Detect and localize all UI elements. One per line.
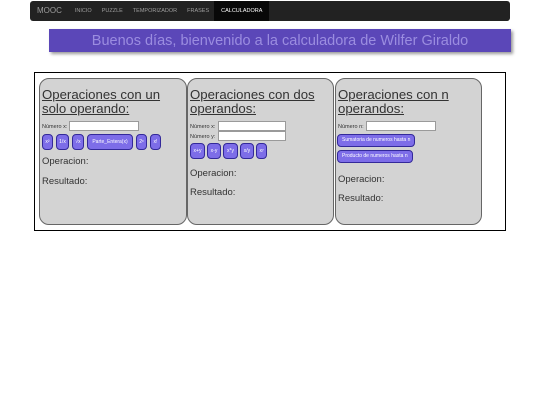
result-label: Resultado: bbox=[338, 193, 384, 204]
add-button[interactable]: x+y bbox=[190, 143, 205, 159]
welcome-text: Buenos días, bienvenido a la calculadora… bbox=[91, 33, 469, 49]
multiply-button[interactable]: x*y bbox=[223, 143, 238, 159]
number-n-label: Número n: bbox=[338, 124, 364, 130]
number-y-input[interactable] bbox=[218, 131, 286, 141]
square-button[interactable]: x² bbox=[42, 134, 53, 150]
number-n-input[interactable] bbox=[366, 121, 436, 131]
number-x-input[interactable] bbox=[69, 121, 139, 131]
panel-title: Operaciones con n operandos: bbox=[338, 87, 449, 116]
brand-link[interactable]: MOOC bbox=[30, 1, 70, 21]
factorial-button[interactable]: x! bbox=[150, 134, 161, 150]
operation-label: Operacion: bbox=[190, 168, 237, 179]
number-x-label: Número x: bbox=[190, 124, 216, 130]
n-operand-panel: Operaciones con n operandos: Número n: S… bbox=[335, 78, 482, 225]
panel-title: Operaciones con un solo operando: bbox=[42, 87, 161, 116]
reciprocal-button[interactable]: 1/x bbox=[56, 134, 69, 150]
top-navbar: MOOC INICIO PUZZLE TEMPORIZADOR FRASES C… bbox=[30, 1, 510, 21]
single-operand-panel: Operaciones con un solo operando: Número… bbox=[39, 78, 187, 225]
operation-label: Operacion: bbox=[42, 156, 89, 167]
number-x-input[interactable] bbox=[218, 121, 286, 131]
number-x-label: Número x: bbox=[42, 124, 68, 130]
nav-item-inicio[interactable]: INICIO bbox=[70, 1, 97, 21]
power-button[interactable]: xʸ bbox=[256, 143, 267, 159]
two-operand-panel: Operaciones con dos operandos: Número x:… bbox=[187, 78, 334, 225]
nav-item-temporizador[interactable]: TEMPORIZADOR bbox=[128, 1, 182, 21]
sum-to-n-button[interactable]: Sumatoria de numeros hasta n bbox=[337, 134, 416, 147]
panel-title: Operaciones con dos operandos: bbox=[190, 87, 315, 116]
calculator-container: Operaciones con un solo operando: Número… bbox=[34, 72, 506, 231]
number-y-label: Número y: bbox=[190, 134, 216, 140]
nav-item-frases[interactable]: FRASES bbox=[182, 1, 214, 21]
subtract-button[interactable]: x-y bbox=[207, 143, 221, 159]
divide-button[interactable]: x/y bbox=[240, 143, 254, 159]
integer-part-button[interactable]: Parte_Entera(x) bbox=[87, 134, 133, 150]
power-of-two-button[interactable]: 2ˣ bbox=[136, 134, 147, 150]
result-label: Resultado: bbox=[190, 187, 236, 198]
product-to-n-button[interactable]: Producto de numeros hasta n bbox=[337, 150, 413, 163]
result-label: Resultado: bbox=[42, 176, 88, 187]
nav-item-calculadora[interactable]: CALCULADORA bbox=[214, 1, 270, 21]
nav-item-puzzle[interactable]: PUZZLE bbox=[97, 1, 128, 21]
sqrt-button[interactable]: √x bbox=[72, 134, 84, 150]
operation-label: Operacion: bbox=[338, 174, 385, 185]
welcome-banner: Buenos días, bienvenido a la calculadora… bbox=[49, 29, 511, 52]
